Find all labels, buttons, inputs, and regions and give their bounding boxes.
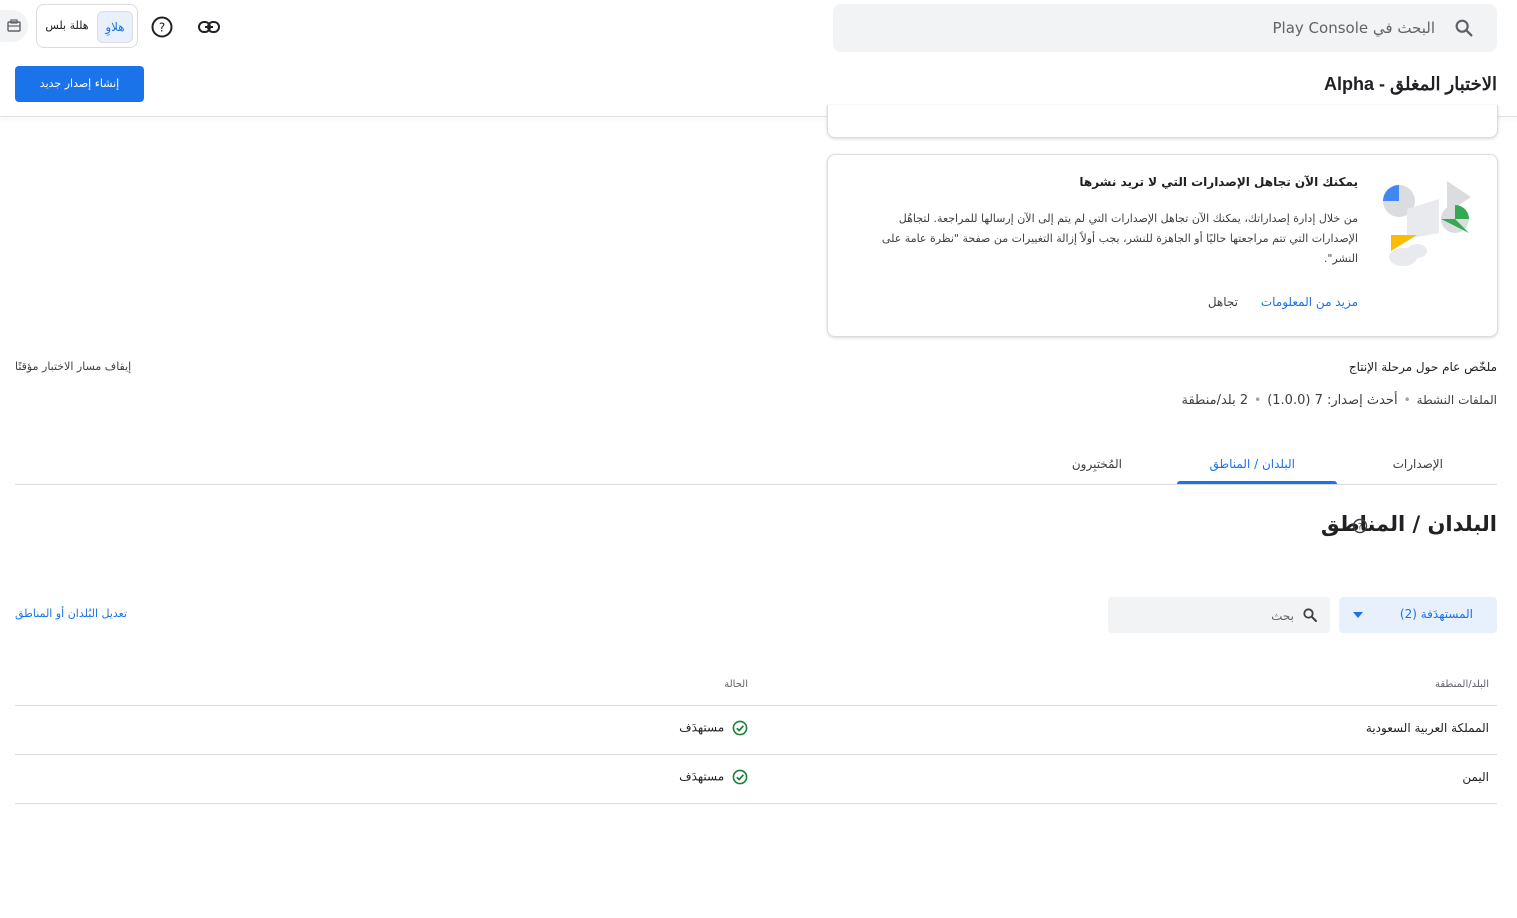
page-title: الاختبار المغلق - Alpha — [1324, 74, 1497, 94]
column-header-status: الحالة — [724, 679, 748, 690]
table-row-country: المملكة العربية السعودية — [1365, 721, 1489, 735]
info-card-title: يمكنك الآن تجاهل الإصدارات التي لا تريد … — [1079, 175, 1358, 189]
console-search-placeholder: البحث في Play Console — [1272, 19, 1436, 37]
summary-countries: 2 بلد/منطقة — [1181, 393, 1249, 408]
previous-card — [827, 105, 1498, 138]
table-row-status: مستهدَف — [679, 769, 748, 785]
search-icon — [1303, 608, 1317, 622]
create-release-button[interactable]: إنشاء إصدار جديد — [15, 66, 144, 102]
edit-countries-link[interactable]: تعديل البُلدان أو المناطق — [15, 607, 127, 620]
table-row-country: اليمن — [1462, 770, 1489, 784]
info-card-body: من خلال إدارة إصداراتك، يمكنك الآن تجاهل… — [881, 212, 1358, 265]
country-search-input[interactable] — [1122, 605, 1296, 627]
pause-track-button[interactable]: إيقاف مسار الاختبار مؤقتًا — [15, 360, 131, 373]
discard-illustration-icon — [1383, 181, 1471, 266]
chevron-down-icon — [1353, 612, 1363, 618]
check-circle-icon — [732, 720, 748, 736]
tab-countries[interactable]: البلدان / المناطق — [1210, 457, 1295, 471]
account-toggle: هلاوِ هللة بلس — [36, 4, 138, 48]
table-header-divider — [15, 705, 1497, 706]
search-icon — [1455, 19, 1473, 37]
dismiss-button[interactable]: تجاهل — [1208, 295, 1238, 309]
summary-details: الملفات النشطة • أحدث إصدار: 7 (1.0.0) • 2 ب… — [1181, 393, 1497, 408]
separator-dot: • — [1403, 393, 1411, 407]
account-toggle-other[interactable]: هللة بلس — [41, 11, 93, 41]
learn-more-link[interactable]: مزيد من المعلومات — [1261, 295, 1358, 309]
target-filter-select[interactable]: المستهدَفة (2) — [1339, 597, 1497, 633]
tab-testers[interactable]: المُختبِرون — [1072, 457, 1122, 471]
status-label: مستهدَف — [679, 720, 725, 735]
svg-text:?: ? — [159, 21, 165, 35]
account-toggle-selected[interactable]: هلاوِ — [97, 11, 133, 43]
country-search-field[interactable] — [1108, 597, 1330, 633]
summary-title: ملخّص عام حول مرحلة الإنتاج — [1348, 360, 1497, 374]
summary-latest-release: أحدث إصدار: 7 (1.0.0) — [1267, 393, 1398, 408]
link-icon[interactable] — [194, 12, 224, 42]
svg-text:?: ? — [1358, 523, 1363, 533]
check-circle-icon — [732, 769, 748, 785]
kit-icon — [7, 19, 21, 32]
info-card: يمكنك الآن تجاهل الإصدارات التي لا تريد … — [827, 154, 1498, 337]
column-header-country: البلد/المنطقة — [1434, 679, 1489, 690]
status-label: مستهدَف — [679, 769, 725, 784]
tab-releases[interactable]: الإصدارات — [1393, 457, 1443, 471]
table-row-status: مستهدَف — [679, 720, 748, 736]
help-icon[interactable]: ? — [147, 12, 177, 42]
table-row-divider — [15, 803, 1497, 804]
summary-active-files: الملفات النشطة — [1416, 393, 1497, 407]
section-help-icon[interactable]: ? — [1352, 518, 1368, 534]
section-title: البلدان / المناطق — [1320, 512, 1497, 536]
console-search-box[interactable]: البحث في Play Console — [833, 4, 1497, 52]
tabs-divider — [15, 484, 1497, 485]
target-filter-value: المستهدَفة (2) — [1399, 607, 1473, 621]
separator-dot: • — [1254, 393, 1262, 407]
kit-button[interactable] — [0, 10, 28, 42]
table-row-divider — [15, 754, 1497, 755]
